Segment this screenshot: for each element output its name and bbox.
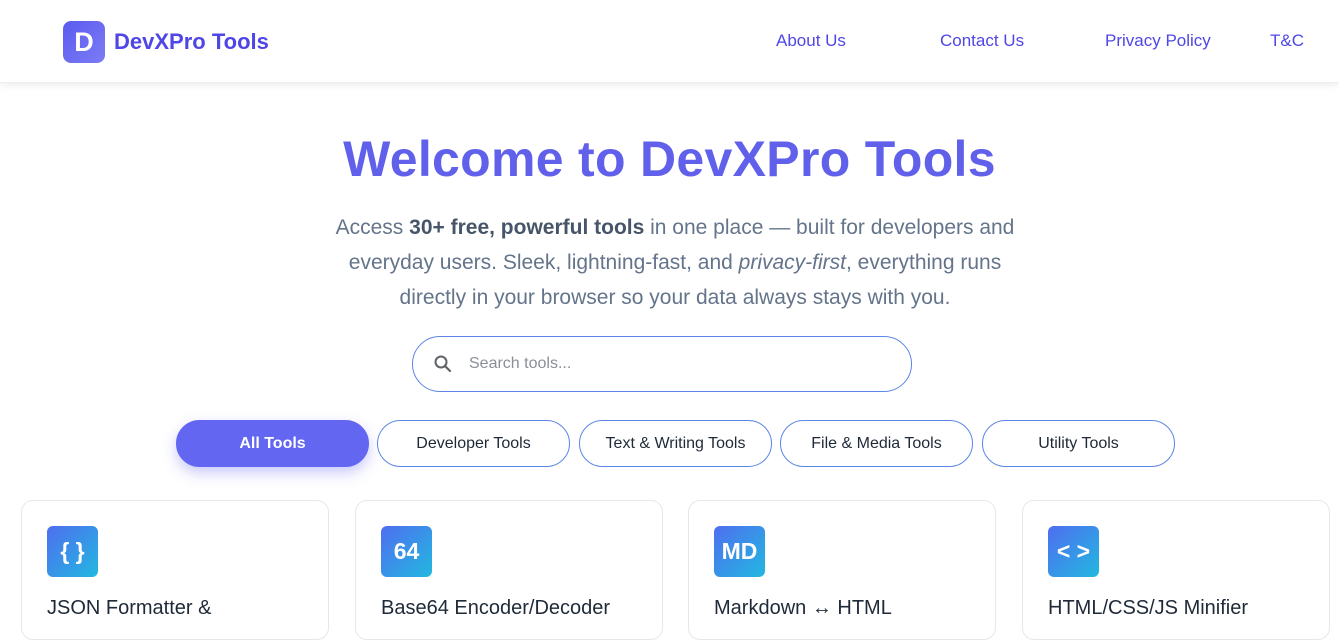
braces-icon: { } xyxy=(47,526,98,577)
nav-terms[interactable]: T&C xyxy=(1270,31,1304,51)
search-box[interactable] xyxy=(412,336,912,392)
tool-card-json-formatter[interactable]: { } JSON Formatter & xyxy=(21,500,329,640)
base64-icon: 64 xyxy=(381,526,432,577)
markdown-icon: MD xyxy=(714,526,765,577)
tool-card-title: Base64 Encoder/Decoder xyxy=(381,597,611,619)
nav-about-us[interactable]: About Us xyxy=(776,31,846,51)
tool-card-title: Markdown ↔ HTML xyxy=(714,597,892,619)
nav-privacy-policy[interactable]: Privacy Policy xyxy=(1105,31,1211,51)
filter-text-writing-tools[interactable]: Text & Writing Tools xyxy=(579,420,772,467)
hero-title: Welcome to DevXPro Tools xyxy=(343,131,996,187)
tool-card-title: JSON Formatter & xyxy=(47,597,212,619)
filter-all-tools[interactable]: All Tools xyxy=(176,420,369,467)
top-header: D DevXPro Tools About Us Contact Us Priv… xyxy=(0,0,1339,83)
logo-icon[interactable]: D xyxy=(63,21,105,63)
hero-description: Access 30+ free, powerful tools in one p… xyxy=(315,210,1035,315)
search-input[interactable] xyxy=(469,349,889,379)
desc-bold: 30+ free, powerful tools xyxy=(409,216,645,239)
filter-file-media-tools[interactable]: File & Media Tools xyxy=(780,420,973,467)
tool-card-title: HTML/CSS/JS Minifier xyxy=(1048,597,1249,619)
tool-card-minifier[interactable]: < > HTML/CSS/JS Minifier xyxy=(1022,500,1330,640)
desc-italic: privacy-first xyxy=(738,251,846,274)
filter-developer-tools[interactable]: Developer Tools xyxy=(377,420,570,467)
nav-contact-us[interactable]: Contact Us xyxy=(940,31,1024,51)
search-icon xyxy=(434,355,452,373)
desc-part-1: Access xyxy=(335,216,410,239)
code-brackets-icon: < > xyxy=(1048,526,1099,577)
filter-utility-tools[interactable]: Utility Tools xyxy=(982,420,1175,467)
brand-name[interactable]: DevXPro Tools xyxy=(114,29,269,55)
tool-card-markdown-html[interactable]: MD Markdown ↔ HTML xyxy=(688,500,996,640)
tool-card-base64[interactable]: 64 Base64 Encoder/Decoder xyxy=(355,500,663,640)
